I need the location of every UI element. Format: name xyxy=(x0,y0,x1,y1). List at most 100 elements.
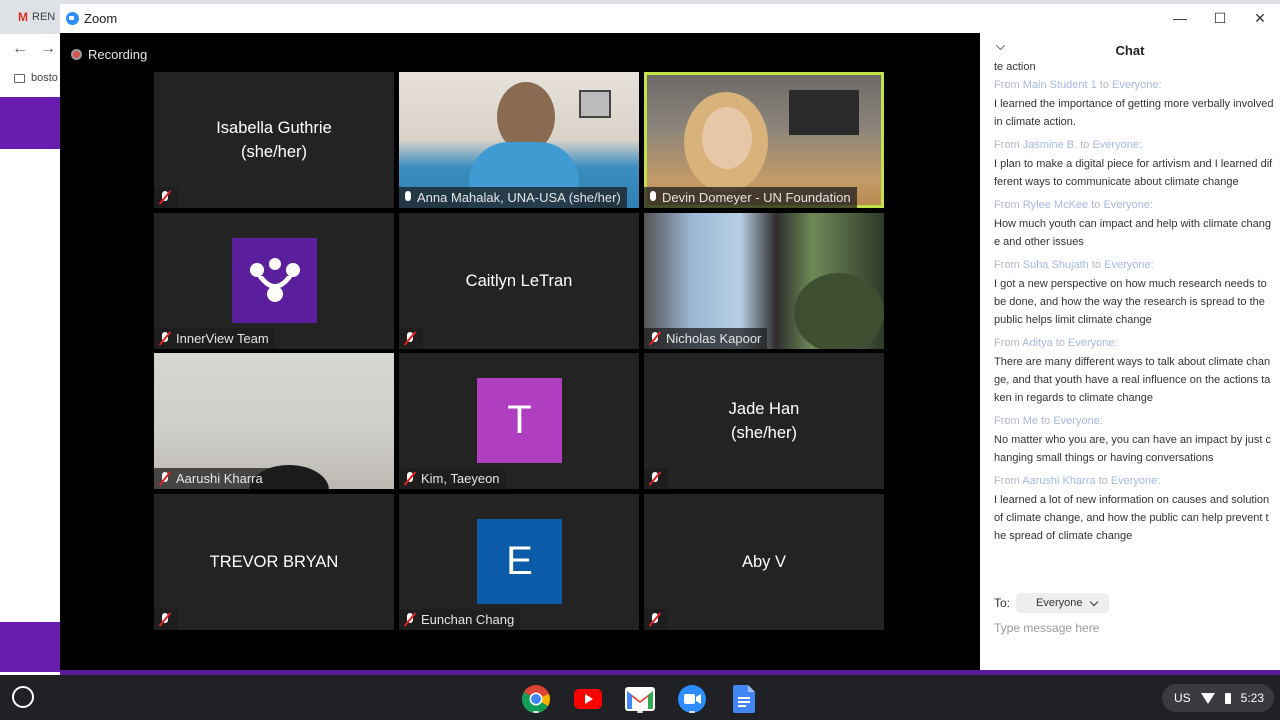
to-word: to xyxy=(1055,337,1065,349)
locale-indicator: US xyxy=(1174,691,1191,705)
chat-message-text: I learned the importance of getting more… xyxy=(994,98,1274,128)
participant-tile[interactable]: T Kim, Taeyeon xyxy=(399,353,639,489)
participant-tile[interactable]: Aarushi Kharra xyxy=(154,353,394,489)
participant-name-tag: Kim, Taeyeon xyxy=(399,468,506,489)
chat-message-text: I learned a lot of new information on ca… xyxy=(994,494,1270,542)
muted-mic-icon xyxy=(158,471,172,486)
message-sender[interactable]: Main Student 1 xyxy=(1023,79,1097,91)
chat-header: Chat xyxy=(980,33,1280,63)
participant-tile[interactable]: Jade Han (she/her) xyxy=(644,353,884,489)
innerview-logo-icon xyxy=(232,238,317,323)
background-tree xyxy=(794,273,884,349)
close-button[interactable]: ✕ xyxy=(1250,10,1270,27)
chat-message-list[interactable]: te action From Main Student 1 to Everyon… xyxy=(994,61,1274,545)
from-prefix: From xyxy=(994,139,1020,151)
message-sender[interactable]: Suha Shujath xyxy=(1023,259,1089,271)
muted-mic-icon xyxy=(648,471,662,486)
participant-tile[interactable]: TREVOR BRYAN xyxy=(154,494,394,630)
battery-icon xyxy=(1224,692,1231,704)
recipient-dropdown[interactable]: Everyone xyxy=(1016,593,1109,613)
chat-message-header: From Main Student 1 to Everyone: xyxy=(994,79,1162,91)
running-indicator xyxy=(637,711,643,713)
message-sender[interactable]: Aditya xyxy=(1022,337,1053,349)
participant-name-tag xyxy=(644,468,668,489)
muted-mic-icon xyxy=(648,331,662,346)
participant-name-center: Caitlyn LeTran xyxy=(465,272,573,290)
running-indicator xyxy=(533,711,539,713)
chrome-icon[interactable] xyxy=(520,683,552,715)
participant-name-center: Isabella Guthrie (she/her) xyxy=(216,119,332,161)
muted-mic-icon xyxy=(403,471,417,486)
bookmark-item[interactable]: bosto xyxy=(14,72,58,84)
participant-tile[interactable]: InnerView Team xyxy=(154,213,394,349)
participant-name: InnerView Team xyxy=(176,331,269,346)
to-word: to xyxy=(1091,259,1102,271)
participant-name: Aarushi Kharra xyxy=(176,471,263,486)
message-sender[interactable]: Aarushi Kharra xyxy=(1022,475,1095,487)
chat-message-text: I plan to make a digital piece for artiv… xyxy=(994,158,1273,188)
recording-indicator: Recording xyxy=(71,47,147,62)
participant-name: Anna Mahalak, UNA-USA (she/her) xyxy=(417,190,621,205)
participant-name-tag: Devin Domeyer - UN Foundation xyxy=(644,187,857,208)
chat-message-header: From Me to Everyone: xyxy=(994,415,1103,427)
participant-tile[interactable]: E Eunchan Chang xyxy=(399,494,639,630)
participant-name-center: Jade Han (she/her) xyxy=(728,400,800,442)
participant-avatar: T xyxy=(477,378,562,463)
zoom-logo-icon xyxy=(66,12,79,25)
chat-message-input[interactable] xyxy=(994,621,1264,635)
message-recipient: Everyone xyxy=(1104,259,1151,271)
to-word: to xyxy=(1099,79,1109,91)
message-sender[interactable]: Jasmine B. xyxy=(1023,139,1077,151)
zoom-titlebar: Zoom — ☐ ✕ xyxy=(60,4,1280,33)
background-tv xyxy=(789,90,859,135)
from-prefix: From xyxy=(994,259,1020,271)
participant-name-tag: Anna Mahalak, UNA-USA (she/her) xyxy=(399,187,627,208)
gmail-icon[interactable] xyxy=(624,683,656,715)
browser-tab-label: REN xyxy=(32,11,56,23)
to-word: to xyxy=(1098,475,1108,487)
browser-nav: ← → xyxy=(0,34,60,96)
message-sender[interactable]: Rylee McKee xyxy=(1023,199,1088,211)
participant-name: Eunchan Chang xyxy=(421,612,515,627)
from-prefix: From xyxy=(994,475,1020,487)
youtube-icon[interactable] xyxy=(572,683,604,715)
message-recipient: Everyone xyxy=(1092,139,1139,151)
chat-message-header: From Suha Shujath to Everyone: xyxy=(994,259,1154,271)
participant-tile[interactable]: Anna Mahalak, UNA-USA (she/her) xyxy=(399,72,639,208)
status-tray[interactable]: US 5:23 xyxy=(1162,684,1274,712)
mic-icon xyxy=(403,190,413,205)
launcher-icon[interactable] xyxy=(12,686,34,708)
to-word: to xyxy=(1080,139,1090,151)
muted-mic-icon xyxy=(403,612,417,627)
participant-avatar: E xyxy=(477,519,562,604)
participant-tile[interactable]: Aby V xyxy=(644,494,884,630)
wall-frame xyxy=(579,90,611,118)
recording-dot-icon xyxy=(71,49,82,60)
message-recipient: Everyone xyxy=(1103,199,1150,211)
muted-mic-icon xyxy=(648,612,662,627)
chat-message-partial: te action xyxy=(994,61,1036,71)
participant-name-tag: InnerView Team xyxy=(154,328,275,349)
zoom-icon[interactable] xyxy=(676,683,708,715)
forward-arrow-icon[interactable]: → xyxy=(40,40,56,58)
page-banner xyxy=(0,97,60,149)
participant-tile[interactable]: Nicholas Kapoor xyxy=(644,213,884,349)
participant-tile[interactable]: Caitlyn LeTran xyxy=(399,213,639,349)
participant-name-tag xyxy=(399,328,423,349)
back-arrow-icon[interactable]: ← xyxy=(12,40,28,58)
maximize-button[interactable]: ☐ xyxy=(1210,10,1230,27)
participant-name-tag xyxy=(154,609,178,630)
docs-icon[interactable] xyxy=(728,683,760,715)
wifi-icon xyxy=(1200,692,1215,704)
participant-tile[interactable]: Isabella Guthrie (she/her) xyxy=(154,72,394,208)
chat-message-text: No matter who you are, you can have an i… xyxy=(994,434,1271,464)
participant-tile-active-speaker[interactable]: Devin Domeyer - UN Foundation xyxy=(644,72,884,208)
chat-title: Chat xyxy=(1115,43,1145,58)
browser-tab[interactable]: M REN xyxy=(6,4,66,30)
zoom-window: Zoom — ☐ ✕ Recording Isabella Guthrie (s… xyxy=(60,4,1280,670)
to-word: to xyxy=(1041,415,1051,427)
minimize-button[interactable]: — xyxy=(1170,10,1190,26)
folder-icon xyxy=(14,73,25,83)
message-sender[interactable]: Me xyxy=(1023,415,1038,427)
chat-message-text: How much youth can impact and help with … xyxy=(994,218,1271,248)
